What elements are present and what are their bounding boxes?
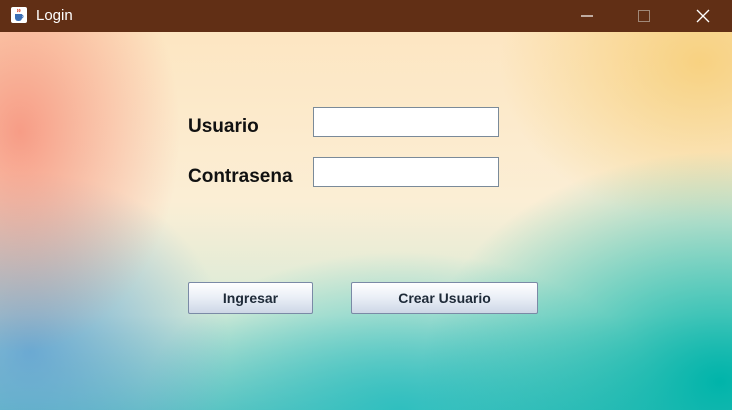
- maximize-button[interactable]: [621, 0, 667, 32]
- ingresar-button[interactable]: Ingresar: [188, 282, 313, 314]
- contrasena-input[interactable]: [313, 157, 499, 187]
- close-icon: [696, 9, 710, 23]
- minimize-button[interactable]: [564, 0, 610, 32]
- maximize-icon: [638, 10, 650, 22]
- title-bar: Login: [0, 0, 732, 32]
- login-window: Login Usuario Contrasena Ingresar Crear …: [0, 0, 732, 410]
- minimize-icon: [581, 15, 593, 17]
- usuario-input[interactable]: [313, 107, 499, 137]
- close-button[interactable]: [680, 0, 726, 32]
- window-title: Login: [36, 7, 73, 24]
- login-panel: Usuario Contrasena Ingresar Crear Usuari…: [0, 32, 732, 410]
- contrasena-label: Contrasena: [188, 166, 293, 187]
- crear-usuario-button[interactable]: Crear Usuario: [351, 282, 538, 314]
- usuario-label: Usuario: [188, 116, 259, 137]
- java-cup-icon: [11, 7, 27, 23]
